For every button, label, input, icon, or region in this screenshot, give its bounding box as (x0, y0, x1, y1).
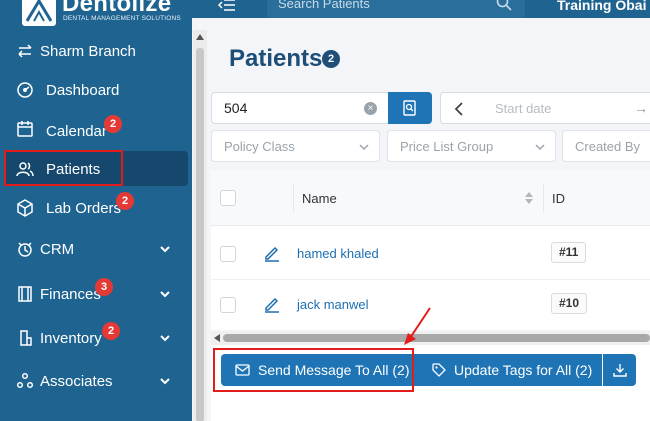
scroll-left-arrow-icon[interactable] (214, 334, 220, 342)
sidebar: Dentolize DENTAL MANAGEMENT SOLUTIONS Sh… (0, 0, 192, 421)
search-placeholder: Search Patients (278, 0, 370, 11)
chevron-down-icon (160, 246, 170, 253)
patient-name-link[interactable]: hamed khaled (297, 246, 379, 261)
clear-icon[interactable]: × (364, 102, 377, 115)
notification-badge: 3 (95, 278, 113, 296)
notification-badge: 2 (116, 192, 134, 210)
envelope-icon (235, 364, 250, 376)
table-header: Name ID (211, 170, 650, 226)
chevron-down-icon (160, 291, 170, 298)
sidebar-item-crm[interactable]: CRM (0, 231, 192, 267)
sidebar-item-finances[interactable]: Finances 3 (0, 276, 192, 312)
scroll-up-arrow-icon[interactable] (196, 34, 204, 40)
column-divider (543, 184, 544, 212)
date-range-picker[interactable]: Start date → (440, 92, 650, 124)
chevron-down-icon (535, 144, 545, 151)
policy-class-select[interactable]: Policy Class (211, 130, 380, 162)
top-bar: Search Patients Training Obai (192, 0, 650, 18)
crm-icon (15, 239, 35, 259)
search-icon[interactable] (496, 0, 512, 11)
download-button[interactable] (603, 354, 636, 386)
edit-pencil-icon[interactable] (263, 244, 281, 262)
sidebar-item-calendar[interactable]: Calendar 2 (0, 111, 192, 147)
switch-arrows-icon (15, 41, 35, 61)
page-title: Patients (229, 45, 323, 72)
sidebar-item-label: Patients (46, 160, 101, 178)
brand-logo[interactable]: Dentolize DENTAL MANAGEMENT SOLUTIONS (0, 0, 192, 28)
patients-icon (15, 159, 35, 179)
sidebar-item-label: Dashboard (46, 81, 120, 99)
patient-count-badge: 2 (322, 50, 340, 68)
inventory-icon (15, 328, 35, 348)
select-all-checkbox[interactable] (220, 190, 236, 206)
created-by-select[interactable]: Created By (562, 130, 650, 162)
scrollbar-thumb[interactable] (223, 334, 650, 342)
search-value: 504 (224, 100, 248, 116)
sidebar-item-inventory[interactable]: Inventory 2 (0, 320, 192, 356)
sidebar-item-associates[interactable]: Associates (0, 363, 192, 399)
sidebar-item-dashboard[interactable]: Dashboard (0, 72, 192, 108)
chevron-left-icon[interactable] (449, 99, 471, 119)
table-row[interactable]: hamed khaled #11 (211, 228, 650, 280)
patient-name-link[interactable]: jack manwel (297, 297, 369, 312)
lab-orders-icon (15, 198, 35, 218)
button-label: Send Message To All (2) (258, 362, 410, 378)
update-tags-for-all-button[interactable]: Update Tags for All (2) (412, 354, 602, 386)
notification-badge: 2 (102, 322, 120, 340)
scrollbar-thumb[interactable] (196, 48, 204, 421)
sort-icon[interactable] (525, 192, 533, 204)
brand-tagline: DENTAL MANAGEMENT SOLUTIONS (63, 15, 181, 22)
send-message-to-all-button[interactable]: Send Message To All (2) (221, 354, 412, 386)
patient-search-input[interactable]: Search Patients (267, 0, 525, 18)
column-divider (293, 184, 294, 212)
collapse-menu-icon[interactable] (218, 0, 236, 12)
tag-icon (432, 363, 446, 377)
filter-label: Policy Class (224, 139, 295, 154)
search-button[interactable] (388, 92, 432, 124)
annotation-arrow-icon (404, 307, 431, 345)
sidebar-item-label: Associates (40, 372, 113, 390)
column-header-id[interactable]: ID (552, 191, 565, 206)
row-checkbox[interactable] (220, 297, 236, 313)
chevron-down-icon (359, 144, 369, 151)
branch-switcher[interactable]: Sharm Branch (0, 33, 192, 69)
sidebar-item-lab-orders[interactable]: Lab Orders 2 (0, 190, 192, 226)
download-icon (612, 364, 627, 377)
user-name[interactable]: Training Obai (557, 0, 646, 13)
patient-id-badge: #11 (551, 242, 587, 263)
logo-mark-icon (22, 0, 56, 26)
date-arrow: → (634, 100, 648, 116)
price-list-group-select[interactable]: Price List Group (387, 130, 556, 162)
row-checkbox[interactable] (220, 246, 236, 262)
sidebar-item-label: Inventory (40, 329, 102, 347)
chevron-down-icon (160, 378, 170, 385)
edit-pencil-icon[interactable] (263, 295, 281, 313)
search-doc-icon (403, 100, 416, 116)
sidebar-item-label: Calendar (46, 123, 107, 140)
notification-badge: 2 (104, 115, 122, 133)
column-header-name[interactable]: Name (302, 191, 337, 206)
filter-label: Created By (575, 139, 641, 154)
sidebar-item-label: Finances (40, 285, 101, 303)
sidebar-item-label: Lab Orders (46, 199, 122, 217)
dashboard-icon (15, 80, 35, 100)
patient-filter-input[interactable]: 504 × (211, 92, 432, 124)
chevron-down-icon (160, 335, 170, 342)
sidebar-scrollbar[interactable] (193, 30, 207, 421)
associates-icon (15, 371, 35, 391)
start-date-placeholder: Start date (495, 101, 552, 116)
calendar-icon (15, 119, 35, 139)
sidebar-item-label: CRM (40, 240, 75, 258)
branch-label: Sharm Branch (40, 42, 136, 60)
sidebar-item-patients[interactable]: Patients (0, 151, 192, 187)
patient-id-badge: #10 (551, 293, 588, 314)
finances-icon (15, 284, 35, 304)
filter-label: Price List Group (400, 139, 494, 154)
button-label: Update Tags for All (2) (454, 362, 593, 378)
